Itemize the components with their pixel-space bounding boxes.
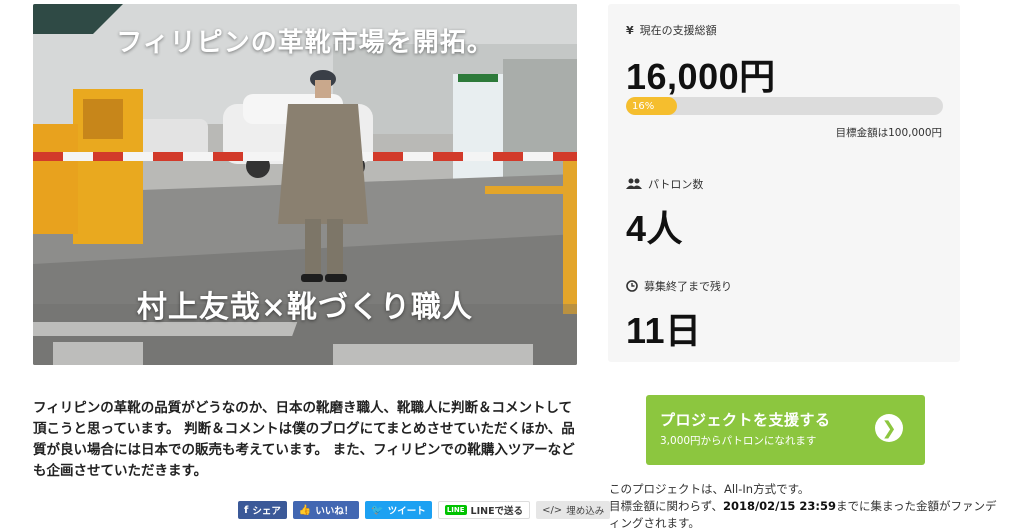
users-icon: [626, 178, 642, 189]
facebook-share-label: シェア: [252, 506, 281, 517]
goal-amount: 目標金額は100,000円: [835, 127, 942, 139]
line-send-button[interactable]: LINE LINEで送る: [437, 501, 531, 519]
raised-label: 現在の支援総額: [639, 24, 717, 37]
progress-fill: 16%: [626, 97, 677, 115]
line-icon: LINE: [444, 505, 467, 515]
share-bar: f シェア 👍 いいね！ 🐦 ツイート LINE LINEで送る </> 埋め込…: [238, 501, 611, 519]
like-label: いいね！: [315, 506, 354, 517]
remaining-label-row: 募集終了まで残り: [626, 278, 732, 294]
note-prefix: 目標金額に関わらず、: [609, 499, 723, 513]
raised-label-row: ¥ 現在の支援総額: [626, 22, 717, 38]
line-label: LINEで送る: [470, 506, 524, 517]
raised-amount: 16,000円: [626, 56, 776, 97]
support-project-button[interactable]: プロジェクトを支援する 3,000円からパトロンになれます ❯: [646, 395, 925, 465]
funding-method-note: このプロジェクトは、All-In方式です。 目標金額に関わらず、2018/02/…: [609, 481, 999, 532]
facebook-share-button[interactable]: f シェア: [238, 501, 287, 519]
backers-label-row: パトロン数: [626, 176, 703, 192]
note-line-1: このプロジェクトは、All-In方式です。: [609, 482, 810, 496]
days-remaining: 11日: [626, 310, 702, 351]
facebook-icon: f: [244, 504, 249, 516]
tweet-label: ツイート: [387, 506, 426, 517]
twitter-bird-icon: 🐦: [371, 504, 384, 516]
chevron-right-icon: ❯: [875, 414, 903, 442]
backers-count: 4人: [626, 208, 684, 249]
tweet-button[interactable]: 🐦 ツイート: [365, 501, 432, 519]
clock-icon: [626, 280, 638, 292]
deadline-date: 2018/02/15 23:59: [722, 499, 836, 513]
funding-stats-panel: ¥ 現在の支援総額 16,000円 16% 目標金額は100,000円 パトロン…: [608, 4, 960, 362]
support-button-label: プロジェクトを支援する: [660, 411, 831, 429]
code-icon: </>: [542, 504, 563, 516]
progress-percent: 16%: [632, 100, 655, 112]
progress-bar: 16%: [626, 97, 943, 115]
facebook-like-button[interactable]: 👍 いいね！: [292, 501, 360, 519]
hero-title: フィリピンの革靴市場を開拓。: [116, 28, 494, 58]
embed-button[interactable]: </> 埋め込み: [536, 501, 611, 519]
embed-label: 埋め込み: [566, 506, 605, 517]
remaining-label: 募集終了まで残り: [644, 280, 732, 293]
thumbs-up-icon: 👍: [298, 504, 312, 516]
project-description: フィリピンの革靴の品質がどうなのか、日本の靴磨き職人、靴職人に判断＆コメントして…: [33, 400, 575, 479]
note-line-2: 目標金額に関わらず、2018/02/15 23:59までに集まった金額がファンデ…: [609, 498, 999, 532]
hero-subtitle: 村上友哉×靴づくり職人: [136, 290, 474, 325]
backers-label: パトロン数: [648, 178, 704, 191]
support-button-sublabel: 3,000円からパトロンになれます: [660, 435, 817, 447]
yen-icon: ¥: [626, 23, 634, 37]
project-hero-image: フィリピンの革靴市場を開拓。 村上友哉×靴づくり職人: [33, 4, 577, 365]
